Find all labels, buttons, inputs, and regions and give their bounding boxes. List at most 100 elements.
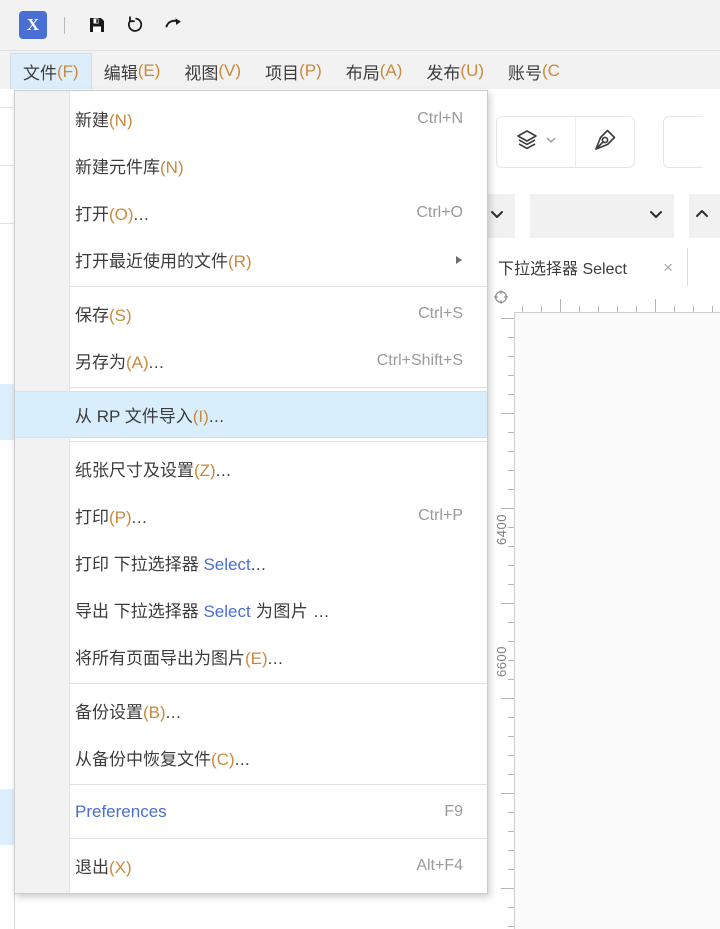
menu-item-mnemonic: (R): [228, 252, 252, 271]
tool-group-partial[interactable]: [663, 116, 703, 168]
menu-separator: [70, 286, 487, 287]
menubar-item-mnemonic: (F): [57, 61, 79, 81]
left-sidebar-strip[interactable]: [0, 89, 15, 929]
menu-item-mnemonic: (C): [211, 750, 235, 769]
ruler-tick: [508, 641, 514, 642]
menu-item-text: 另存为: [75, 353, 126, 372]
menubar-item-6[interactable]: 账号 (C: [496, 53, 572, 89]
menu-item[interactable]: 新建(N) Ctrl+N: [15, 95, 487, 142]
ruler-tick: [508, 926, 514, 927]
menu-item[interactable]: 保存(S) Ctrl+S: [15, 290, 487, 337]
ruler-tick: [712, 306, 713, 312]
menu-item[interactable]: 另存为(A)... Ctrl+Shift+S: [15, 337, 487, 384]
menu-item-suffix: ...: [208, 407, 225, 426]
file-menu-dropdown: 新建(N) Ctrl+N 新建元件库(N) 打开(O)... Ctrl+O 打开最近使用的…: [14, 90, 488, 894]
file-menu-items: 新建(N) Ctrl+N 新建元件库(N) 打开(O)... Ctrl+O 打开最近使用的…: [15, 95, 487, 889]
menubar-item-label: 项目: [265, 63, 300, 83]
page-tab[interactable]: 下拉选择器 Select ×: [488, 248, 688, 286]
menu-item[interactable]: 打开最近使用的文件(R): [15, 236, 487, 283]
ruler-tick: [508, 869, 514, 870]
menubar-item-mnemonic: (V): [218, 61, 242, 80]
ruler-tick: [541, 306, 542, 312]
ruler-tick: [501, 793, 514, 794]
application-window: X 文件 (F) 编辑 (E) 视图 (V) 项目 (P) 布局 (A) 发布 …: [0, 0, 720, 929]
menu-item[interactable]: 打印 下拉选择器 Select...: [15, 539, 487, 586]
ruler-tick: [508, 774, 514, 775]
menubar-item-4[interactable]: 布局 (A): [334, 53, 415, 89]
undo-button[interactable]: [121, 10, 151, 40]
menu-item-mnemonic: (X): [109, 858, 132, 877]
menu-item[interactable]: 导出 下拉选择器 Select 为图片 ...: [15, 586, 487, 633]
menu-item[interactable]: 新建元件库(N): [15, 142, 487, 189]
menubar-item-label: 视图: [184, 63, 219, 83]
menu-item-mnemonic: (N): [160, 158, 184, 177]
menubar-item-1[interactable]: 编辑 (E): [92, 53, 173, 89]
menu-item[interactable]: 将所有页面导出为图片(E)...: [15, 633, 487, 680]
ruler-tick: [508, 546, 514, 547]
ruler-tick: [508, 337, 514, 338]
menu-item-shortcut: Ctrl+Shift+S: [376, 351, 463, 369]
menu-bar: 文件 (F) 编辑 (E) 视图 (V) 项目 (P) 布局 (A) 发布 (U) 账号 (C: [0, 51, 720, 89]
menu-item-label: 从 RP 文件导入(I)...: [75, 402, 224, 427]
menu-item-text: 纸张尺寸及设置: [75, 461, 194, 480]
menu-item-label: 导出 下拉选择器 Select 为图片 ...: [75, 597, 329, 622]
menu-item-shortcut: Ctrl+N: [417, 109, 463, 127]
menubar-item-5[interactable]: 发布 (U): [414, 53, 496, 89]
ruler-tick: [636, 306, 637, 312]
menu-item[interactable]: 打印(P)... Ctrl+P: [15, 492, 487, 539]
menubar-item-0[interactable]: 文件 (F): [10, 53, 92, 89]
menu-item-suffix: ...: [148, 353, 165, 372]
menu-item-label: 从备份中恢复文件(C)...: [75, 745, 250, 770]
horizontal-ruler[interactable]: [514, 286, 720, 313]
menu-item-suffix: 为图片 ...: [250, 602, 330, 621]
menu-item-shortcut: F9: [444, 802, 463, 820]
menu-item-mnemonic: Select: [203, 602, 251, 621]
save-button[interactable]: [82, 10, 112, 40]
select-control-c[interactable]: [688, 194, 720, 238]
ruler-origin-button[interactable]: [488, 286, 515, 313]
ruler-tick: [508, 736, 514, 737]
menu-item[interactable]: 备份设置(B)...: [15, 687, 487, 734]
ruler-tick: [508, 565, 514, 566]
tool-group: [496, 116, 635, 168]
ruler-tick: [508, 584, 514, 585]
close-icon[interactable]: ×: [663, 259, 673, 276]
menu-item[interactable]: Preferences F9: [15, 788, 487, 835]
canvas[interactable]: [515, 313, 720, 929]
vertical-ruler[interactable]: 6400 6600: [488, 312, 515, 929]
select-control-a[interactable]: [488, 194, 516, 238]
menubar-item-mnemonic: (U): [460, 61, 485, 80]
menubar-item-mnemonic: (A): [379, 61, 403, 80]
menubar-item-2[interactable]: 视图 (V): [172, 53, 253, 89]
redo-button[interactable]: [160, 10, 190, 40]
menu-item[interactable]: 从备份中恢复文件(C)...: [15, 734, 487, 781]
menu-item-text: 新建: [75, 111, 109, 130]
menu-item-label: 打开最近使用的文件(R): [75, 247, 252, 272]
menu-item-suffix: ...: [234, 750, 251, 769]
menu-item[interactable]: 纸张尺寸及设置(Z)...: [15, 445, 487, 492]
chevron-down-icon: [648, 206, 664, 227]
menu-item[interactable]: 从 RP 文件导入(I)...: [15, 391, 487, 438]
menu-item-text: 从 RP 文件导入: [75, 407, 193, 426]
layers-tool-button[interactable]: [497, 117, 575, 167]
menu-item-mnemonic: (Z): [194, 461, 216, 480]
select-control-b[interactable]: [530, 194, 674, 238]
menu-item-shortcut: Ctrl+S: [418, 304, 463, 322]
menu-item[interactable]: 退出(X) Alt+F4: [15, 842, 487, 889]
menu-item-label: 新建元件库(N): [75, 153, 184, 178]
chevron-down-icon[interactable]: [545, 133, 557, 151]
menu-item[interactable]: 打开(O)... Ctrl+O: [15, 189, 487, 236]
menubar-item-label: 编辑: [103, 63, 138, 83]
menubar-item-mnemonic: (C: [542, 61, 560, 80]
pen-tool-button[interactable]: [576, 117, 634, 167]
menu-item-suffix: ...: [250, 555, 267, 574]
ruler-tick: [508, 451, 514, 452]
menu-item-mnemonic: (S): [109, 306, 132, 325]
app-logo[interactable]: X: [19, 11, 47, 39]
menu-item-text: 新建元件库: [75, 158, 160, 177]
menu-item-suffix: ...: [215, 461, 232, 480]
menubar-item-3[interactable]: 项目 (P): [253, 53, 334, 89]
menu-item-shortcut: Alt+F4: [416, 856, 463, 874]
menu-item-mnemonic: (P): [109, 508, 132, 527]
menu-item-text: 备份设置: [75, 703, 143, 722]
